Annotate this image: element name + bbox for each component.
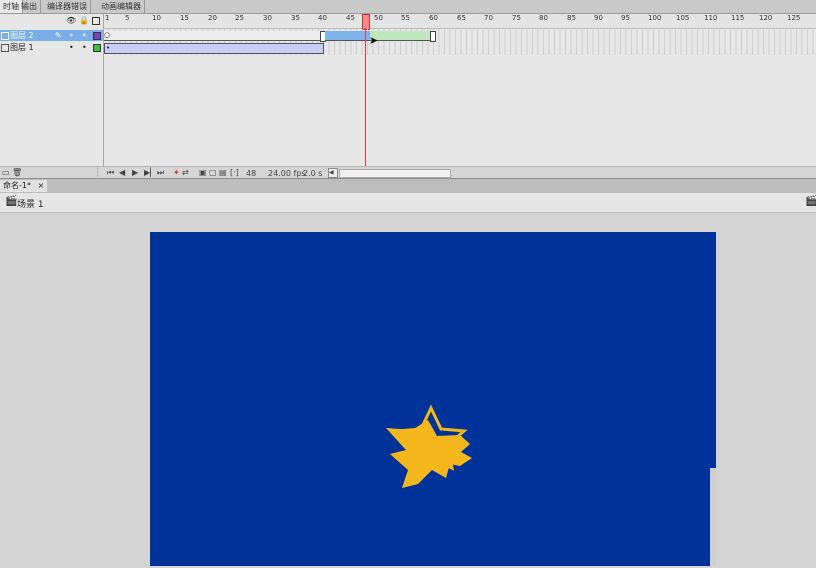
layer-row-2[interactable]: 图层 2 ✎ • • [0, 30, 103, 41]
stage-edge [710, 468, 716, 566]
ruler-tick: 45 [346, 14, 355, 22]
playhead-handle[interactable] [362, 14, 370, 30]
ruler-tick: 10 [152, 14, 161, 22]
lock-dot[interactable]: • [82, 42, 87, 53]
document-tab-bar: 命名-1* × [0, 178, 816, 194]
ruler-tick: 75 [512, 14, 521, 22]
layer-row-1[interactable]: 图层 1 • • [0, 42, 103, 53]
document-tab-label: 命名-1* [3, 181, 31, 190]
clapperboard-icon: 🎬 [5, 196, 18, 207]
tab-motion-editor[interactable]: 动画编辑器 [98, 0, 145, 13]
onion-skin-icon[interactable]: ✦ [173, 168, 180, 177]
ruler-tick: 70 [484, 14, 493, 22]
new-layer-icon[interactable]: ▭ [2, 168, 10, 177]
frame-ruler[interactable]: 1 5 10 15 20 25 30 35 40 45 50 55 60 65 … [104, 14, 816, 30]
onion-outline-icon[interactable]: ▣ [199, 168, 207, 177]
motion-tween-blue[interactable] [325, 31, 370, 41]
ruler-tick: 25 [235, 14, 244, 22]
eye-icon[interactable]: 👁 [66, 16, 76, 25]
ruler-tick: 100 [648, 14, 662, 22]
layer-name: 图层 1 [10, 43, 34, 52]
delete-layer-icon[interactable]: 🗑 [12, 168, 22, 177]
ruler-tick: 15 [180, 14, 189, 22]
ruler-tick: 120 [759, 14, 773, 22]
ruler-tick: 125 [787, 14, 801, 22]
stage-background [150, 232, 716, 566]
edit-multiple-icon[interactable]: ▢ [209, 168, 217, 177]
loop-icon[interactable]: ⇄ [182, 168, 189, 177]
blank-keyframe-icon: ○ [104, 31, 111, 39]
ruler-tick: 65 [457, 14, 466, 22]
layer-name: 图层 2 [10, 31, 34, 40]
modify-markers-icon[interactable]: ▤ [219, 168, 227, 177]
ruler-tick: 1 [105, 14, 110, 22]
keyframe-dot-icon: • [106, 44, 111, 52]
mouse-cursor-icon: ➤ [369, 34, 379, 47]
last-frame-icon[interactable]: ⏭ [157, 168, 164, 178]
panel-tab-bar: 时轴 输出 编译器错误 动画编辑器 [0, 0, 816, 14]
end-keyframe-marker[interactable] [430, 31, 436, 42]
lock-icon[interactable]: 🔒 [79, 16, 89, 25]
lock-dot[interactable]: • [82, 30, 87, 41]
scene-label[interactable]: 场景 1 [17, 197, 44, 210]
document-tab[interactable]: 命名-1* × [0, 180, 48, 192]
ruler-tick: 35 [291, 14, 300, 22]
current-frame[interactable]: 48 [246, 169, 256, 178]
frame-rate[interactable]: 24.00 fps [268, 169, 306, 178]
elapsed-time: 2.0 s [303, 169, 323, 178]
next-frame-icon[interactable]: ▶▏ [144, 168, 156, 177]
tab-output[interactable]: 输出 [18, 0, 41, 13]
ruler-tick: 50 [374, 14, 383, 22]
layer2-empty-frames[interactable] [104, 31, 320, 41]
ruler-tick: 110 [704, 14, 718, 22]
layer-icon [1, 44, 9, 52]
play-icon[interactable]: ▶ [132, 168, 138, 177]
scroll-left-icon[interactable]: ◀ [328, 168, 338, 178]
visible-dot[interactable]: • [69, 30, 74, 41]
close-icon[interactable]: × [38, 181, 45, 190]
layer-icon [1, 32, 9, 40]
ruler-tick: 20 [208, 14, 217, 22]
motion-tween-green[interactable] [370, 31, 430, 41]
stage-canvas[interactable] [150, 232, 716, 566]
ruler-tick: 95 [621, 14, 630, 22]
tab-compiler-errors[interactable]: 编译器错误 [44, 0, 91, 13]
scene-bar: 🎬 场景 1 🎬 [0, 193, 816, 213]
timeline-empty-area [104, 55, 816, 166]
ruler-tick: 5 [125, 14, 130, 22]
layer1-frame-span[interactable] [104, 43, 324, 54]
ruler-tick: 85 [567, 14, 576, 22]
prev-frame-icon[interactable]: ◀ [119, 168, 125, 177]
layer-panel: 👁 🔒 图层 2 ✎ • • 图层 1 • • [0, 14, 104, 176]
ruler-tick: 60 [429, 14, 438, 22]
ruler-tick: 105 [676, 14, 690, 22]
ruler-tick: 30 [263, 14, 272, 22]
edit-scene-icon[interactable]: 🎬 [805, 196, 816, 207]
ruler-tick: 90 [594, 14, 603, 22]
ruler-tick: 55 [401, 14, 410, 22]
layer-color-swatch[interactable] [93, 32, 101, 40]
outline-icon[interactable] [92, 17, 100, 25]
layer-color-swatch[interactable] [93, 44, 101, 52]
ruler-tick: 115 [731, 14, 745, 22]
playhead-line [365, 28, 366, 166]
visible-dot[interactable]: • [69, 42, 74, 53]
pencil-icon: ✎ [55, 31, 62, 40]
ruler-tick: 80 [539, 14, 548, 22]
stage-svg [150, 232, 716, 566]
frame-grid[interactable]: ○ • [104, 29, 816, 55]
timeline-scrollbar[interactable] [339, 169, 451, 178]
bracket-icon[interactable]: [·] [230, 168, 239, 177]
divider-icon: ┆ [95, 168, 100, 177]
ruler-tick: 40 [318, 14, 327, 22]
first-frame-icon[interactable]: ⏮ [107, 168, 114, 178]
